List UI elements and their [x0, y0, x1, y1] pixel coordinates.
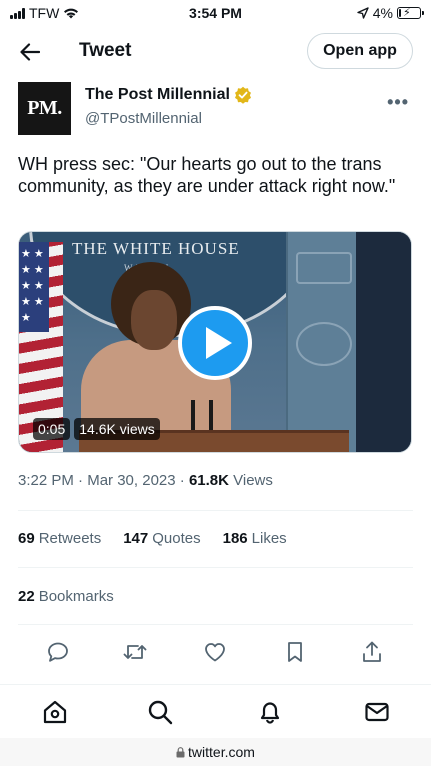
avatar[interactable]: PM. [18, 82, 71, 135]
status-bar: TFW 3:54 PM 4% ⚡ [0, 0, 431, 28]
microphone [209, 400, 213, 432]
tweet-stats: 69 Retweets 147 Quotes 186 Likes [18, 530, 287, 547]
tweet-time[interactable]: 3:22 PM [18, 472, 74, 489]
divider [18, 567, 413, 568]
battery-icon: ⚡ [397, 7, 424, 19]
meta-separator: · [73, 472, 88, 489]
more-options-icon[interactable]: ••• [387, 92, 409, 113]
backdrop-dark [356, 232, 411, 452]
flag-stars: ★ ★ ★ ★ ★ ★ ★ ★ ★ [19, 242, 49, 332]
verified-badge-icon [234, 86, 251, 104]
retweets-stat[interactable]: 69 Retweets [18, 530, 101, 547]
tweet-meta: 3:22 PM · Mar 30, 2023 · 61.8K Views [18, 472, 273, 489]
video-views: 14.6K views [74, 418, 160, 440]
divider [18, 624, 413, 625]
author-handle[interactable]: @TPostMillennial [85, 110, 202, 127]
lock-icon [176, 746, 185, 757]
video-duration: 0:05 [33, 418, 71, 440]
open-app-button[interactable]: Open app [307, 33, 413, 69]
tweet-actions [18, 636, 413, 668]
notifications-icon[interactable] [255, 697, 285, 727]
bookmark-icon[interactable] [279, 636, 311, 668]
video-player[interactable]: THE WHITE HOUSE WAS ON ★ ★★ ★★ ★★ ★★ 0:0… [18, 231, 412, 453]
reply-icon[interactable] [42, 636, 74, 668]
retweet-icon[interactable] [119, 636, 151, 668]
views-label: Views [228, 472, 273, 489]
divider [18, 510, 413, 511]
author-name: The Post Millennial [85, 86, 230, 103]
battery-percent: 4% [372, 5, 393, 21]
like-icon[interactable] [199, 636, 231, 668]
speaker-face [131, 290, 177, 350]
url-domain: twitter.com [188, 744, 255, 760]
back-arrow-icon [20, 43, 40, 61]
tweet-text: WH press sec: "Our hearts go out to the … [18, 154, 396, 196]
likes-label: Likes [251, 530, 287, 547]
quotes-count: 147 [123, 530, 149, 547]
messages-icon[interactable] [362, 697, 392, 727]
likes-stat[interactable]: 186 Likes [223, 530, 287, 547]
tweet-date[interactable]: Mar 30, 2023 [87, 472, 175, 489]
bookmarks-count: 22 [18, 588, 35, 605]
backdrop-panel [286, 232, 356, 452]
location-icon [357, 7, 369, 19]
bookmarks-label: Bookmarks [38, 588, 114, 605]
play-icon [205, 327, 232, 359]
quotes-label: Quotes [152, 530, 201, 547]
quotes-stat[interactable]: 147 Quotes [123, 530, 200, 547]
retweets-label: Retweets [38, 530, 102, 547]
back-button[interactable] [16, 38, 44, 66]
charging-bolt-icon: ⚡ [403, 7, 411, 19]
url-bar[interactable]: twitter.com [0, 738, 431, 766]
retweets-count: 69 [18, 530, 35, 547]
microphone [191, 400, 195, 432]
bottom-nav [0, 684, 431, 738]
view-count: 61.8K [188, 472, 229, 489]
header: Tweet Open app [0, 30, 431, 74]
backdrop-text: THE WHITE HOUSE [72, 239, 240, 258]
home-icon[interactable] [40, 697, 70, 727]
search-icon[interactable] [145, 697, 175, 727]
status-right: 4% ⚡ [357, 5, 424, 21]
play-button[interactable] [178, 306, 252, 380]
likes-count: 186 [222, 530, 248, 547]
page-title: Tweet [79, 40, 132, 61]
author-name-row[interactable]: The Post Millennial [85, 86, 252, 104]
share-icon[interactable] [356, 636, 388, 668]
meta-separator: · [175, 472, 189, 489]
bookmarks-stat[interactable]: 22 Bookmarks [18, 588, 114, 605]
video-badges: 0:05 14.6K views [33, 418, 160, 440]
